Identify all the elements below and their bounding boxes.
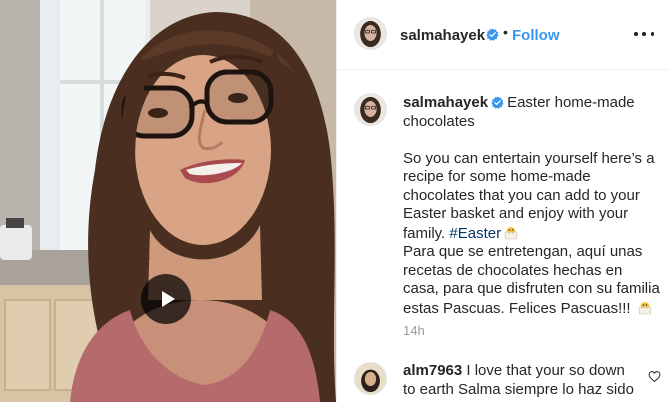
hatching-chick-emoji (504, 226, 518, 239)
heart-outline-icon[interactable] (648, 370, 661, 383)
caption-title-line: salmahayek Easter home-made chocolates (403, 94, 661, 131)
caption-spanish-text: Para que se entretengan, aquí unas recet… (403, 243, 660, 317)
post-caption: salmahayek Easter home-made chocolates S… (403, 94, 661, 318)
post-media-video[interactable] (0, 0, 336, 402)
caption-author-avatar[interactable] (354, 93, 387, 126)
hatching-chick-emoji (638, 301, 652, 314)
caption-english-text: So you can entertain yourself here’s a r… (403, 149, 655, 242)
caption-author-username[interactable]: salmahayek (403, 94, 488, 111)
more-options-icon[interactable] (634, 24, 654, 44)
post-timestamp[interactable]: 14h (403, 323, 425, 338)
comment-item: alm7963 I love that your so down to eart… (403, 362, 641, 399)
author-username[interactable]: salmahayek (400, 27, 485, 44)
caption-body: So you can entertain yourself here’s a r… (403, 150, 661, 319)
comment-username[interactable]: alm7963 (403, 362, 462, 379)
post-header: salmahayek • Follow (337, 0, 669, 70)
play-icon (161, 291, 175, 307)
hashtag-link[interactable]: #Easter (449, 225, 501, 242)
header-separator: • (503, 24, 508, 40)
caption-verified-badge-icon (491, 95, 504, 109)
verified-badge-icon (486, 28, 499, 41)
video-play-button[interactable] (141, 274, 191, 324)
video-frame-image (0, 0, 336, 402)
follow-button[interactable]: Follow (512, 27, 560, 44)
author-avatar[interactable] (354, 17, 387, 50)
post-details-panel: salmahayek • Follow salmahayek Easter ho… (336, 0, 669, 402)
commenter-avatar[interactable] (354, 362, 387, 395)
